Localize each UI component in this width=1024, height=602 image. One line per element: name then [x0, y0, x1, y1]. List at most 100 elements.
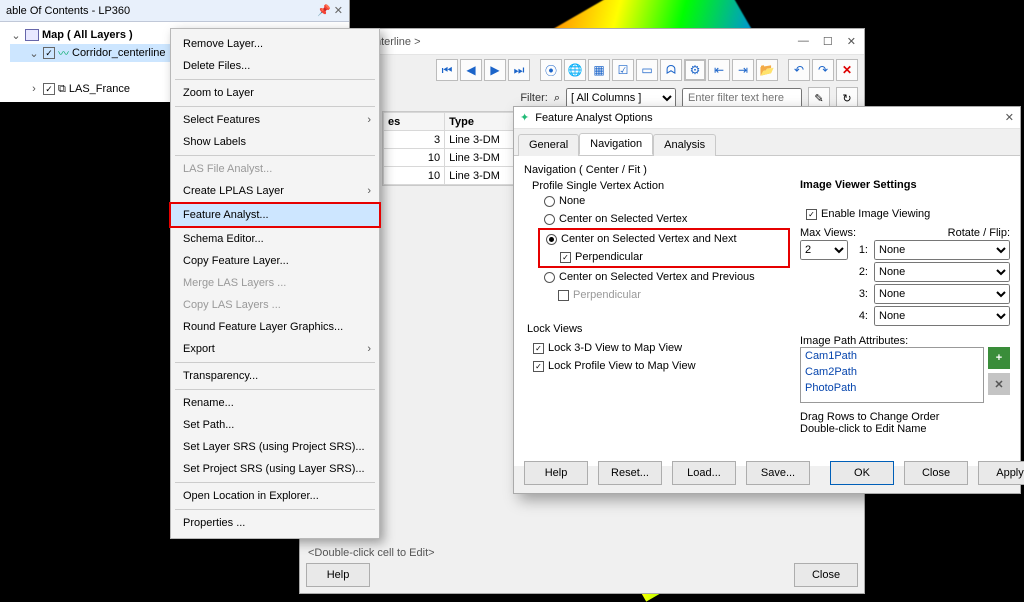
- ctx-rename[interactable]: Rename...: [171, 392, 379, 414]
- expander-icon[interactable]: ›: [28, 83, 40, 95]
- ctx-copy-las: Copy LAS Layers ...: [171, 294, 379, 316]
- nav-last-icon[interactable]: ⏭: [508, 59, 530, 81]
- save-button[interactable]: Save...: [746, 461, 810, 485]
- ctx-las-file-analyst: LAS File Analyst...: [171, 158, 379, 180]
- ctx-set-path[interactable]: Set Path...: [171, 414, 379, 436]
- las-layer-icon: ⧉: [58, 83, 66, 96]
- load-button[interactable]: Load...: [672, 461, 736, 485]
- chk-perpendicular-next[interactable]: Perpendicular: [540, 248, 788, 266]
- options-button[interactable]: ⚙: [684, 59, 706, 81]
- filter-funnel-icon[interactable]: ⌕: [554, 92, 560, 105]
- toc-title-text: able Of Contents - LP360: [6, 0, 130, 21]
- flip-1-select[interactable]: None: [874, 240, 1010, 260]
- export-icon[interactable]: ⇥: [732, 59, 754, 81]
- ctx-properties[interactable]: Properties ...: [171, 512, 379, 534]
- filter-text-input[interactable]: [682, 88, 802, 108]
- ctx-delete-files[interactable]: Delete Files...: [171, 55, 379, 77]
- ctx-remove-layer[interactable]: Remove Layer...: [171, 33, 379, 55]
- globe-icon[interactable]: 🌐: [564, 59, 586, 81]
- chk-perpendicular-prev: Perpendicular: [524, 286, 790, 304]
- help-button[interactable]: Help: [306, 563, 370, 587]
- ctx-open-location[interactable]: Open Location in Explorer...: [171, 485, 379, 507]
- nav-prev-icon[interactable]: ◀: [460, 59, 482, 81]
- checkbox-icon[interactable]: [43, 47, 55, 59]
- list-item[interactable]: Cam2Path: [801, 364, 983, 380]
- undo-icon[interactable]: ↶: [788, 59, 810, 81]
- radio-center-vertex-prev[interactable]: Center on Selected Vertex and Previous: [524, 268, 790, 286]
- image-viewer-group: Image Viewer Settings Enable Image Viewi…: [800, 164, 1010, 458]
- ctx-set-project-srs[interactable]: Set Project SRS (using Layer SRS)...: [171, 458, 379, 480]
- ok-button[interactable]: OK: [830, 461, 894, 485]
- pin-icon[interactable]: 📌 ✕: [317, 0, 343, 21]
- minimize-icon[interactable]: ―: [798, 35, 809, 48]
- close-button[interactable]: Close: [904, 461, 968, 485]
- ctx-show-labels[interactable]: Show Labels: [171, 131, 379, 153]
- list-item[interactable]: Cam1Path: [801, 348, 983, 364]
- ctx-transparency[interactable]: Transparency...: [171, 365, 379, 387]
- expander-icon[interactable]: ⌄: [28, 47, 40, 60]
- close-icon[interactable]: ✕: [1005, 111, 1014, 124]
- chk-lock-profile[interactable]: Lock Profile View to Map View: [527, 357, 731, 375]
- chk-enable-image-viewing[interactable]: Enable Image Viewing: [800, 205, 1010, 223]
- rotflip-label: Rotate / Flip:: [948, 227, 1010, 239]
- grid-icon[interactable]: ▦: [588, 59, 610, 81]
- map-icon: [25, 29, 39, 41]
- ctx-select-features[interactable]: Select Features: [171, 109, 379, 131]
- target-icon[interactable]: ⦿: [540, 59, 562, 81]
- flip-2-select[interactable]: None: [874, 262, 1010, 282]
- chk-lock-3d[interactable]: Lock 3-D View to Map View: [527, 339, 731, 357]
- ctx-round-graphics[interactable]: Round Feature Layer Graphics...: [171, 316, 379, 338]
- person-icon[interactable]: ᗣ: [660, 59, 682, 81]
- vertices-toolbar: Vertices ⏮ ◀ ▶ ⏭ ⦿ 🌐 ▦ ☑ ▭ ᗣ ⚙ ⇤ ⇥ 📂 ↶ ↷…: [300, 55, 864, 85]
- tab-analysis[interactable]: Analysis: [653, 134, 716, 156]
- delete-icon[interactable]: ✕: [836, 59, 858, 81]
- tab-navigation[interactable]: Navigation: [579, 133, 653, 155]
- ctx-create-lplas[interactable]: Create LPLAS Layer: [171, 180, 379, 202]
- remove-path-button[interactable]: ✕: [988, 373, 1010, 395]
- radio-center-vertex-next[interactable]: Center on Selected Vertex and Next: [540, 230, 788, 248]
- path-attributes-list[interactable]: Cam1Path Cam2Path PhotoPath: [800, 347, 984, 403]
- nav-first-icon[interactable]: ⏮: [436, 59, 458, 81]
- radio-none[interactable]: None: [524, 192, 790, 210]
- list-item[interactable]: PhotoPath: [801, 380, 983, 396]
- ctx-zoom-to-layer[interactable]: Zoom to Layer: [171, 82, 379, 104]
- separator: [175, 106, 375, 107]
- filter-label: Filter:: [520, 92, 548, 104]
- ctx-export[interactable]: Export: [171, 338, 379, 360]
- expander-icon[interactable]: ⌄: [10, 29, 22, 42]
- check-icon[interactable]: ☑: [612, 59, 634, 81]
- ctx-set-layer-srs[interactable]: Set Layer SRS (using Project SRS)...: [171, 436, 379, 458]
- reset-button[interactable]: Reset...: [598, 461, 662, 485]
- vertices-footer: Help Close: [306, 563, 858, 587]
- window-icon[interactable]: ▭: [636, 59, 658, 81]
- col-header[interactable]: es: [384, 113, 445, 131]
- ctx-feature-analyst[interactable]: Feature Analyst...: [171, 204, 379, 226]
- options-tabs: General Navigation Analysis: [514, 129, 1020, 156]
- flip-4-select[interactable]: None: [874, 306, 1010, 326]
- open-icon[interactable]: 📂: [756, 59, 778, 81]
- apply-button[interactable]: Apply: [978, 461, 1024, 485]
- checkbox-icon[interactable]: [43, 83, 55, 95]
- flip-3-select[interactable]: None: [874, 284, 1010, 304]
- lockviews-header: Lock Views: [527, 323, 731, 335]
- maxviews-label: Max Views:: [800, 227, 856, 239]
- ctx-copy-feature-layer[interactable]: Copy Feature Layer...: [171, 250, 379, 272]
- add-path-button[interactable]: +: [988, 347, 1010, 369]
- redo-icon[interactable]: ↷: [812, 59, 834, 81]
- import-icon[interactable]: ⇤: [708, 59, 730, 81]
- maximize-icon[interactable]: ☐: [823, 35, 833, 48]
- help-button[interactable]: Help: [524, 461, 588, 485]
- ctx-merge-las: Merge LAS Layers ...: [171, 272, 379, 294]
- ctx-schema-editor[interactable]: Schema Editor...: [171, 228, 379, 250]
- radio-center-vertex[interactable]: Center on Selected Vertex: [524, 210, 790, 228]
- filter-column-select[interactable]: [ All Columns ]: [566, 88, 676, 108]
- line-layer-icon: 〰: [58, 45, 69, 61]
- separator: [175, 155, 375, 156]
- close-icon[interactable]: ✕: [847, 35, 856, 48]
- options-footer: Help Reset... Load... Save... OK Close A…: [524, 461, 1010, 485]
- separator: [175, 482, 375, 483]
- close-button[interactable]: Close: [794, 563, 858, 587]
- maxviews-select[interactable]: 2: [800, 240, 848, 260]
- nav-next-icon[interactable]: ▶: [484, 59, 506, 81]
- tab-general[interactable]: General: [518, 134, 579, 156]
